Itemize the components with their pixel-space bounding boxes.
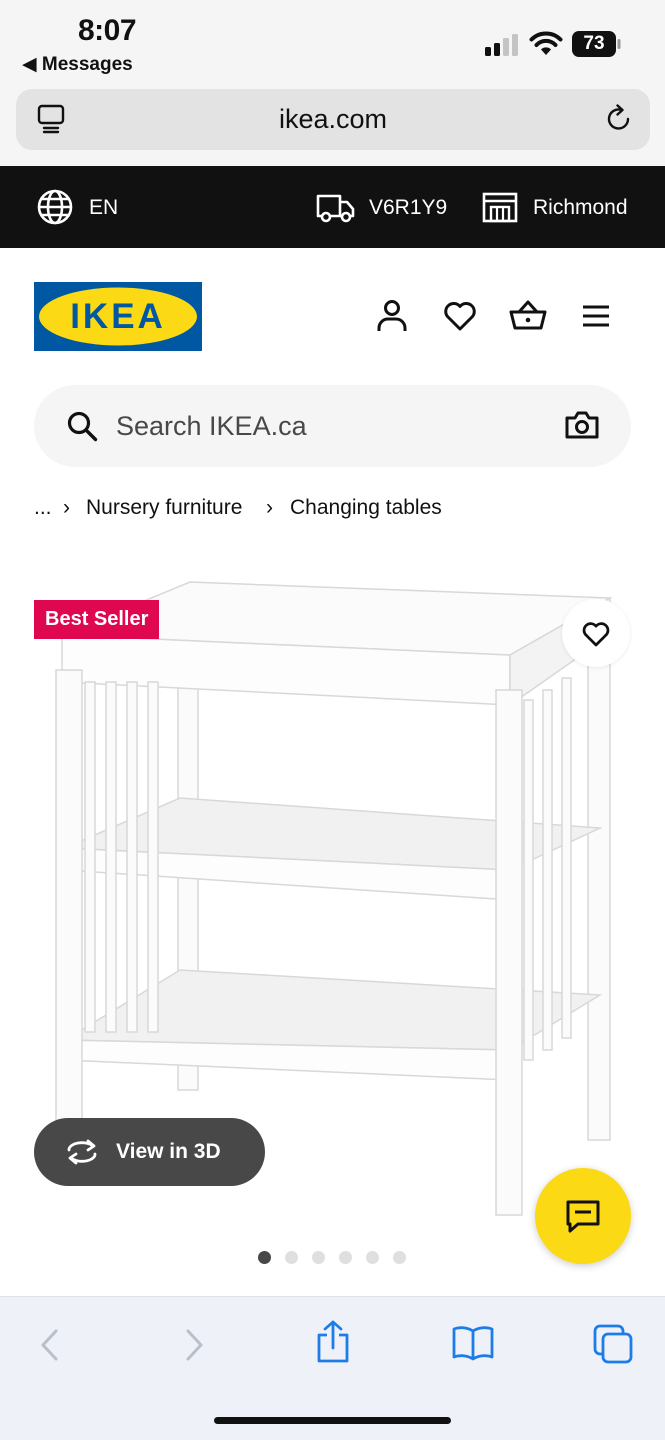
carousel-dot[interactable] <box>393 1251 406 1264</box>
book-icon[interactable] <box>451 1325 495 1361</box>
home-indicator[interactable] <box>214 1417 451 1424</box>
user-icon[interactable] <box>372 296 412 336</box>
chat-icon <box>566 1200 600 1233</box>
ikea-logo[interactable]: IKEA <box>34 282 202 351</box>
store-label[interactable]: Richmond <box>533 196 628 220</box>
breadcrumb-separator: › <box>63 496 70 519</box>
search-field[interactable]: Search IKEA.ca <box>34 385 631 467</box>
utility-bar: EN V6R1Y9 Richmond <box>0 166 665 248</box>
carousel-dot-active[interactable] <box>258 1251 271 1264</box>
carousel-dot[interactable] <box>312 1251 325 1264</box>
carousel-dot[interactable] <box>339 1251 352 1264</box>
breadcrumb-item-nursery-furniture[interactable]: Nursery furniture <box>86 496 242 520</box>
heart-icon <box>582 622 610 647</box>
search-placeholder[interactable]: Search IKEA.ca <box>116 411 307 442</box>
chevron-left-icon[interactable] <box>36 1327 64 1363</box>
rotate-3d-icon <box>67 1139 97 1165</box>
logo-text: IKEA <box>70 297 166 336</box>
truck-icon <box>316 194 355 223</box>
ikea-logo-mark: IKEA <box>34 282 202 351</box>
hamburger-icon[interactable] <box>576 296 616 336</box>
status-time: 8:07 <box>78 14 137 47</box>
carousel-dot[interactable] <box>366 1251 379 1264</box>
chevron-right-icon[interactable] <box>180 1327 208 1363</box>
chat-button[interactable] <box>535 1168 631 1264</box>
back-to-messages-link[interactable]: ◀ Messages <box>22 53 133 76</box>
basket-icon[interactable] <box>508 296 548 336</box>
carousel-dot[interactable] <box>285 1251 298 1264</box>
globe-icon <box>37 189 73 225</box>
tabs-icon[interactable] <box>592 1323 634 1365</box>
view-in-3d-label[interactable]: View in 3D <box>116 1140 221 1164</box>
language-label[interactable]: EN <box>89 196 118 220</box>
battery-level: 73 <box>583 33 605 54</box>
camera-icon[interactable] <box>564 409 600 441</box>
reload-icon[interactable] <box>604 104 634 134</box>
best-seller-badge: Best Seller <box>34 600 160 639</box>
battery-indicator: 73 <box>572 31 622 57</box>
cellular-signal-icon <box>485 34 518 56</box>
share-icon[interactable] <box>313 1319 353 1365</box>
wifi-icon <box>529 31 563 55</box>
address-bar[interactable]: ikea.com <box>16 89 650 150</box>
heart-icon[interactable] <box>440 296 480 336</box>
breadcrumb-item-changing-tables[interactable]: Changing tables <box>290 496 442 520</box>
add-to-wishlist-button[interactable] <box>562 599 630 667</box>
url-text[interactable]: ikea.com <box>16 104 650 135</box>
search-icon <box>67 411 98 442</box>
view-in-3d-button[interactable]: View in 3D <box>34 1118 265 1186</box>
store-icon <box>482 192 518 223</box>
breadcrumb-ellipsis[interactable]: ... <box>34 496 52 520</box>
breadcrumb-separator: › <box>266 496 273 519</box>
browser-top-chrome: 8:07 ◀ Messages 73 ikea.com <box>0 0 665 166</box>
postal-code-label[interactable]: V6R1Y9 <box>369 196 447 220</box>
